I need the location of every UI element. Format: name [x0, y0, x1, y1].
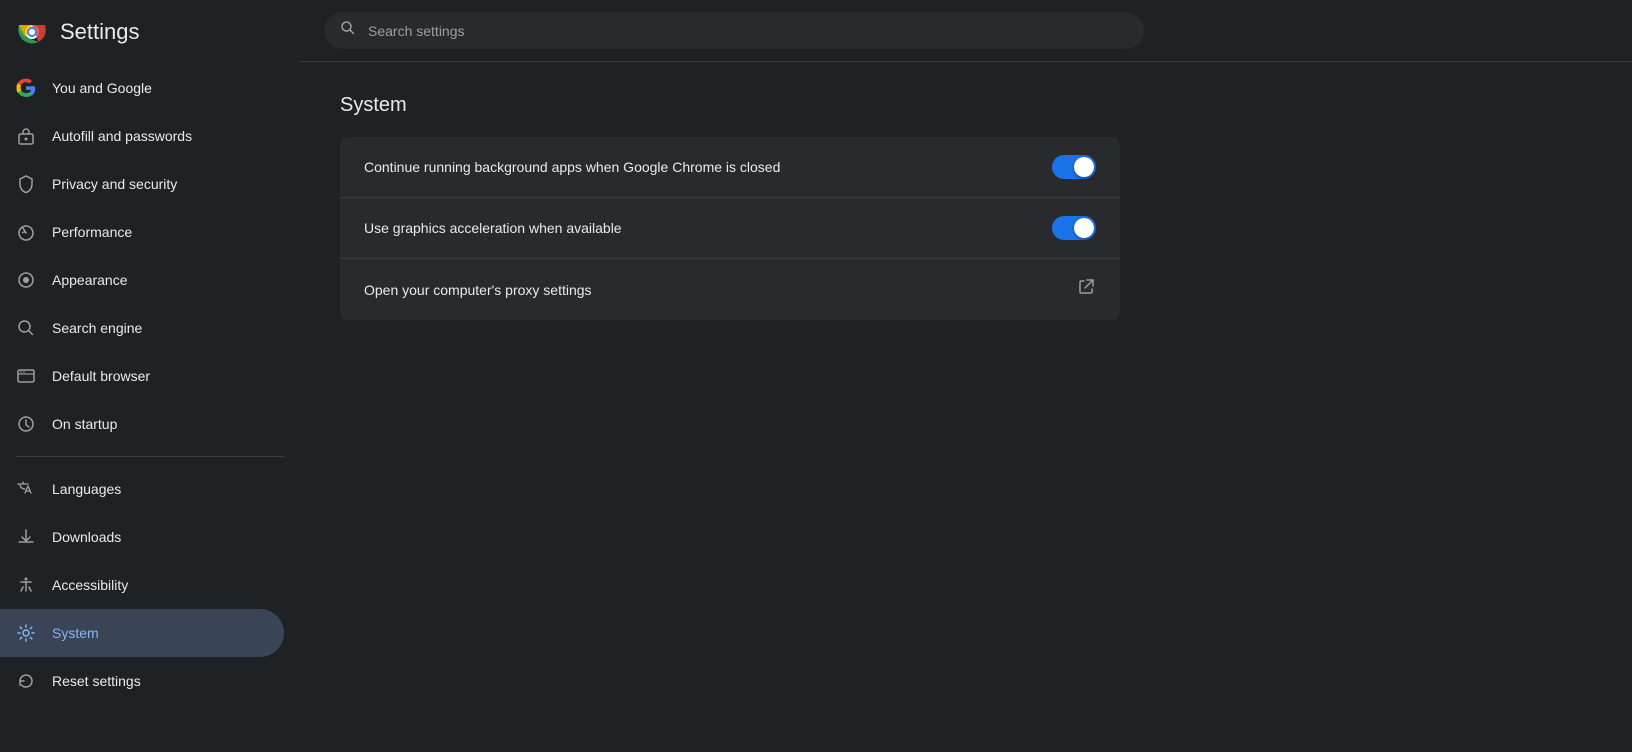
- proxy-settings-label: Open your computer's proxy settings: [364, 282, 1076, 298]
- sidebar-item-appearance-label: Appearance: [52, 272, 128, 288]
- sidebar: Settings You and Google: [0, 0, 300, 752]
- sidebar-item-you-and-google-label: You and Google: [52, 80, 152, 96]
- accessibility-icon: [16, 575, 36, 595]
- sidebar-item-languages-label: Languages: [52, 481, 121, 497]
- search-icon: [340, 20, 356, 41]
- gpu-acceleration-label: Use graphics acceleration when available: [364, 220, 1052, 236]
- chrome-logo-icon: [16, 16, 48, 48]
- sidebar-item-privacy-label: Privacy and security: [52, 176, 177, 192]
- sidebar-item-you-and-google[interactable]: You and Google: [0, 64, 284, 112]
- section-title: System: [340, 94, 1120, 117]
- downloads-icon: [16, 527, 36, 547]
- sidebar-item-search-engine[interactable]: Search engine: [0, 304, 284, 352]
- content-area: System Continue running background apps …: [300, 62, 1160, 352]
- search-input[interactable]: [368, 23, 1128, 39]
- system-settings-card: Continue running background apps when Go…: [340, 137, 1120, 320]
- languages-icon: [16, 479, 36, 499]
- gpu-acceleration-toggle-knob: [1074, 218, 1094, 238]
- background-apps-row: Continue running background apps when Go…: [340, 137, 1120, 198]
- sidebar-item-reset-settings[interactable]: Reset settings: [0, 657, 284, 705]
- sidebar-item-on-startup[interactable]: On startup: [0, 400, 284, 448]
- sidebar-item-system[interactable]: System: [0, 609, 284, 657]
- sidebar-item-system-label: System: [52, 625, 99, 641]
- main-content: System Continue running background apps …: [300, 0, 1632, 752]
- sidebar-item-downloads[interactable]: Downloads: [0, 513, 284, 561]
- autofill-icon: [16, 126, 36, 146]
- system-icon: [16, 623, 36, 643]
- gpu-acceleration-row: Use graphics acceleration when available: [340, 198, 1120, 259]
- sidebar-item-on-startup-label: On startup: [52, 416, 117, 432]
- sidebar-item-autofill[interactable]: Autofill and passwords: [0, 112, 284, 160]
- sidebar-item-default-browser-label: Default browser: [52, 368, 150, 384]
- shield-icon: [16, 174, 36, 194]
- search-bar: [324, 12, 1144, 49]
- sidebar-title: Settings: [60, 19, 140, 45]
- sidebar-item-default-browser[interactable]: Default browser: [0, 352, 284, 400]
- sidebar-item-autofill-label: Autofill and passwords: [52, 128, 192, 144]
- sidebar-item-reset-settings-label: Reset settings: [52, 673, 141, 689]
- proxy-settings-row[interactable]: Open your computer's proxy settings: [340, 259, 1120, 320]
- background-apps-label: Continue running background apps when Go…: [364, 159, 1052, 175]
- sidebar-item-downloads-label: Downloads: [52, 529, 121, 545]
- startup-icon: [16, 414, 36, 434]
- external-link-icon: [1076, 277, 1096, 302]
- sidebar-item-appearance[interactable]: Appearance: [0, 256, 284, 304]
- sidebar-item-privacy[interactable]: Privacy and security: [0, 160, 284, 208]
- appearance-icon: [16, 270, 36, 290]
- nav-divider: [16, 456, 284, 457]
- gpu-acceleration-toggle[interactable]: [1052, 216, 1096, 240]
- sidebar-navigation: You and Google Autofill and passwords Pr…: [0, 64, 300, 705]
- sidebar-header: Settings: [0, 8, 300, 64]
- performance-icon: [16, 222, 36, 242]
- browser-icon: [16, 366, 36, 386]
- sidebar-item-search-engine-label: Search engine: [52, 320, 142, 336]
- search-bar-container: [300, 0, 1632, 62]
- sidebar-item-accessibility-label: Accessibility: [52, 577, 128, 593]
- background-apps-toggle[interactable]: [1052, 155, 1096, 179]
- sidebar-item-languages[interactable]: Languages: [0, 465, 284, 513]
- reset-icon: [16, 671, 36, 691]
- google-icon: [16, 78, 36, 98]
- sidebar-item-accessibility[interactable]: Accessibility: [0, 561, 284, 609]
- sidebar-item-performance[interactable]: Performance: [0, 208, 284, 256]
- background-apps-toggle-knob: [1074, 157, 1094, 177]
- sidebar-item-performance-label: Performance: [52, 224, 132, 240]
- search-icon: [16, 318, 36, 338]
